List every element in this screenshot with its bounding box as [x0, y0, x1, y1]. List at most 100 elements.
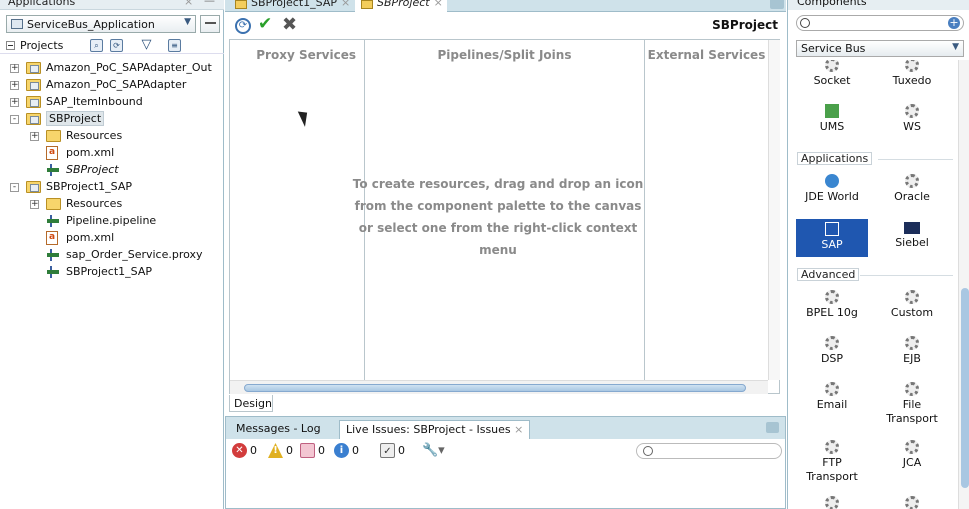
component-label: Email	[816, 398, 848, 411]
tree-item-label: SBProject	[66, 163, 119, 176]
project-icon	[26, 62, 41, 74]
tree-item[interactable]: - SBProject	[0, 111, 224, 128]
scrollbar-thumb[interactable]	[244, 384, 746, 392]
tab-live-issues[interactable]: Live Issues: SBProject - Issues ×	[339, 420, 531, 439]
gear-icon	[825, 60, 839, 72]
component-more[interactable]	[796, 496, 868, 509]
collapse-icon[interactable]	[6, 41, 15, 50]
expand-icon[interactable]: +	[30, 200, 39, 209]
cancel-icon[interactable]: ✖	[282, 14, 297, 35]
incomplete-icon	[300, 443, 315, 458]
tree-item-label: SAP_ItemInbound	[46, 95, 143, 108]
column-header: Pipelines/Split Joins	[437, 48, 572, 62]
component-label: Tuxedo	[892, 74, 932, 87]
component-ejb[interactable]: EJB	[876, 336, 948, 366]
refresh-icon[interactable]: ⟳	[235, 18, 251, 34]
component-label: Socket	[813, 74, 851, 87]
tab-sbproject[interactable]: SBProject ×	[355, 0, 447, 12]
application-menu-button[interactable]	[200, 15, 220, 33]
task-filter[interactable]: ✓ 0	[380, 443, 405, 459]
component-dsp[interactable]: DSP	[796, 336, 868, 366]
close-icon[interactable]: ×	[514, 423, 523, 436]
tab-design[interactable]: Design	[229, 395, 273, 412]
tab-messages-log[interactable]: Messages - Log	[230, 420, 327, 439]
expand-icon[interactable]: +	[10, 81, 19, 90]
component-ums[interactable]: UMS	[796, 104, 868, 134]
application-selector[interactable]: ServiceBus_Application ▼	[6, 15, 196, 33]
tree-item[interactable]: + Resources	[0, 128, 224, 145]
component-sap[interactable]: SAP	[796, 219, 868, 257]
warning-filter[interactable]: ! 0	[268, 443, 293, 459]
tree-item-label: Amazon_PoC_SAPAdapter	[46, 78, 187, 91]
tree-item[interactable]: + SAP_ItemInbound	[0, 94, 224, 111]
tree-item[interactable]: pom.xml	[0, 230, 224, 247]
tree-item[interactable]: sap_Order_Service.proxy	[0, 247, 224, 264]
component-custom[interactable]: Custom	[876, 290, 948, 320]
expand-icon[interactable]: +	[30, 132, 39, 141]
expand-icon[interactable]: +	[10, 98, 19, 107]
close-icon[interactable]: ×	[341, 0, 350, 9]
external-services-column[interactable]: External Services	[645, 40, 768, 380]
minimize-icon[interactable]: —	[204, 0, 215, 7]
tree-item[interactable]: - SBProject1_SAP	[0, 179, 224, 196]
column-header: External Services	[647, 48, 766, 62]
close-icon[interactable]: ×	[184, 0, 193, 8]
issues-filter-bar: ✕ 0 ! 0 0 i0 ✓ 0 🔧▾	[226, 439, 785, 463]
component-bpel-10g[interactable]: BPEL 10g	[796, 290, 868, 320]
tab-sbproject1-sap[interactable]: SBProject1_SAP ×	[229, 0, 354, 12]
incomplete-filter[interactable]: 0	[300, 443, 325, 459]
component-more[interactable]	[876, 496, 948, 509]
find-icon[interactable]: ⌕	[90, 39, 103, 52]
tree-item-label: Resources	[66, 129, 123, 142]
issues-search-input[interactable]	[636, 443, 782, 459]
palette-selector[interactable]: Service Bus ▼	[796, 40, 964, 57]
tree-item[interactable]: pom.xml	[0, 145, 224, 162]
filter-icon[interactable]: ▽	[140, 38, 153, 52]
component-label: DSP	[820, 352, 844, 365]
component-oracle[interactable]: Oracle	[876, 174, 948, 204]
collapse-icon[interactable]: -	[10, 115, 19, 124]
settings-icon[interactable]: 🔧▾	[422, 443, 445, 459]
add-icon[interactable]: +	[948, 17, 960, 29]
component-file-transport[interactable]: File Transport	[876, 382, 948, 426]
project-icon	[26, 79, 41, 91]
tree-item[interactable]: + Resources	[0, 196, 224, 213]
design-canvas[interactable]: Proxy Services Pipelines/Split Joins Ext…	[229, 39, 780, 394]
vertical-scrollbar[interactable]	[768, 40, 780, 380]
column-header: Proxy Services	[256, 48, 356, 62]
sync-icon[interactable]: ⟳	[110, 39, 123, 52]
sort-icon[interactable]: ≡	[168, 39, 181, 52]
component-jca[interactable]: JCA	[876, 440, 948, 470]
collapse-icon[interactable]: -	[10, 183, 19, 192]
tree-item[interactable]: SBProject	[0, 162, 224, 179]
tree-item[interactable]: SBProject1_SAP	[0, 264, 224, 281]
component-socket[interactable]: Socket	[796, 60, 868, 88]
minimize-icon[interactable]	[770, 0, 784, 9]
minimize-icon[interactable]	[766, 422, 779, 433]
jde-icon	[825, 174, 839, 188]
component-email[interactable]: Email	[796, 382, 868, 412]
expand-icon[interactable]: +	[10, 64, 19, 73]
close-icon[interactable]: ×	[434, 0, 443, 9]
tree-item[interactable]: Pipeline.pipeline	[0, 213, 224, 230]
gear-icon	[905, 290, 919, 304]
component-siebel[interactable]: Siebel	[876, 222, 948, 250]
components-search-input[interactable]: +	[796, 15, 964, 31]
validate-icon[interactable]: ✔	[258, 14, 272, 34]
component-jde-world[interactable]: JDE World	[796, 174, 868, 204]
error-filter[interactable]: ✕ 0	[232, 443, 257, 459]
tree-item[interactable]: + Amazon_PoC_SAPAdapter	[0, 77, 224, 94]
proxy-services-column[interactable]: Proxy Services	[230, 40, 365, 380]
horizontal-scrollbar[interactable]	[230, 380, 768, 394]
task-icon: ✓	[380, 443, 395, 458]
components-scrollbar[interactable]	[958, 60, 969, 509]
component-ws[interactable]: WS	[876, 104, 948, 134]
components-panel-title: Components	[797, 0, 867, 8]
bottom-tabs: Messages - Log Live Issues: SBProject - …	[226, 417, 785, 439]
component-tuxedo[interactable]: Tuxedo	[876, 60, 948, 88]
tree-item[interactable]: + Amazon_PoC_SAPAdapter_Out	[0, 60, 224, 77]
folder-icon	[46, 198, 61, 210]
info-filter[interactable]: i0	[334, 443, 359, 459]
scrollbar-thumb[interactable]	[961, 288, 969, 488]
component-ftp-transport[interactable]: FTP Transport	[796, 440, 868, 484]
